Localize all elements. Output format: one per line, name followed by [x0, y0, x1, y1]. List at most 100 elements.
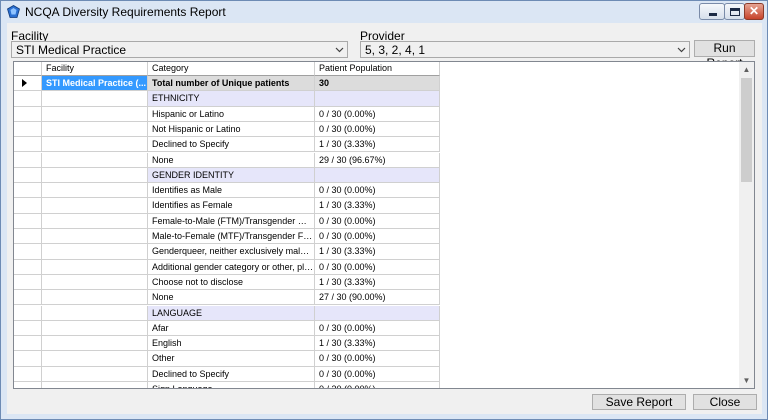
patient-population-cell[interactable]: 0 / 30 (0.00%) — [315, 382, 440, 388]
row-header-cell[interactable] — [14, 152, 42, 168]
table-row[interactable]: Hispanic or Latino 0 / 30 (0.00%) — [14, 106, 738, 122]
row-header-cell[interactable] — [14, 305, 42, 321]
row-header-cell[interactable] — [14, 382, 42, 388]
column-header-category[interactable]: Category — [148, 62, 315, 76]
vertical-scrollbar[interactable]: ▲ ▼ — [739, 62, 754, 388]
table-row[interactable]: Sign Language0 / 30 (0.00%) — [14, 382, 738, 388]
facility-cell[interactable] — [42, 198, 148, 214]
row-header-cell[interactable] — [14, 229, 42, 245]
patient-population-cell[interactable]: 0 / 30 (0.00%) — [315, 121, 440, 138]
column-header-patient-population[interactable]: Patient Population — [315, 62, 440, 76]
section-row[interactable]: LANGUAGE — [14, 305, 738, 321]
row-header-cell[interactable] — [14, 259, 42, 275]
facility-cell[interactable] — [42, 137, 148, 153]
maximize-button[interactable] — [724, 3, 745, 20]
table-row[interactable]: English 1 / 30 (3.33%) — [14, 336, 738, 352]
category-cell[interactable]: Female-to-Male (FTM)/Transgender Male/Tr… — [148, 213, 315, 229]
row-header-cell[interactable] — [14, 91, 42, 107]
row-header-cell[interactable] — [14, 320, 42, 337]
category-cell[interactable]: None — [148, 290, 315, 306]
patient-population-cell[interactable]: 0 / 30 (0.00%) — [315, 351, 440, 367]
total-row[interactable]: STI Medical Practice (... Total number of… — [14, 76, 738, 92]
row-header-cell[interactable] — [14, 351, 42, 367]
row-header-cell[interactable] — [14, 76, 42, 92]
provider-dropdown[interactable]: 5, 3, 2, 4, 1 — [360, 41, 690, 58]
table-row[interactable]: Genderqueer, neither exclusively male no… — [14, 244, 738, 260]
row-header-cell[interactable] — [14, 290, 42, 306]
facility-cell[interactable] — [42, 290, 148, 306]
row-header-cell[interactable] — [14, 121, 42, 138]
category-cell[interactable]: ETHNICITY — [148, 91, 315, 107]
table-row[interactable]: Female-to-Male (FTM)/Transgender Male/Tr… — [14, 213, 738, 229]
facility-cell[interactable]: STI Medical Practice (... — [42, 76, 148, 92]
patient-population-cell[interactable]: 0 / 30 (0.00%) — [315, 259, 440, 275]
facility-cell[interactable] — [42, 320, 148, 337]
close-window-button[interactable]: ✕ — [744, 3, 764, 20]
facility-cell[interactable] — [42, 336, 148, 352]
scroll-down-button[interactable]: ▼ — [739, 373, 754, 388]
category-cell[interactable]: Genderqueer, neither exclusively male no… — [148, 244, 315, 260]
scrollbar-thumb[interactable] — [741, 78, 752, 182]
table-row[interactable]: Identifies as Female 1 / 30 (3.33%) — [14, 198, 738, 214]
row-header-cell[interactable] — [14, 106, 42, 122]
table-row[interactable]: Male-to-Female (MTF)/Transgender Female/… — [14, 229, 738, 245]
category-cell[interactable]: Declined to Specify — [148, 366, 315, 382]
facility-cell[interactable] — [42, 229, 148, 245]
category-cell[interactable]: Afar — [148, 320, 315, 337]
category-cell[interactable]: LANGUAGE — [148, 305, 315, 321]
scroll-up-button[interactable]: ▲ — [739, 62, 754, 77]
row-header-cell[interactable] — [14, 137, 42, 153]
row-header-cell[interactable] — [14, 167, 42, 184]
patient-population-cell[interactable]: 1 / 30 (3.33%) — [315, 336, 440, 352]
table-row[interactable]: Identifies as Male 0 / 30 (0.00%) — [14, 183, 738, 199]
category-cell[interactable]: Choose not to disclose — [148, 274, 315, 291]
patient-population-cell[interactable]: 27 / 30 (90.00%) — [315, 290, 440, 306]
facility-dropdown[interactable]: STI Medical Practice — [11, 41, 348, 58]
patient-population-cell[interactable]: 0 / 30 (0.00%) — [315, 366, 440, 382]
patient-population-cell[interactable]: 1 / 30 (3.33%) — [315, 244, 440, 260]
patient-population-cell[interactable]: 29 / 30 (96.67%) — [315, 152, 440, 168]
category-cell[interactable]: Male-to-Female (MTF)/Transgender Female/… — [148, 229, 315, 245]
category-cell[interactable]: English — [148, 336, 315, 352]
patient-population-cell[interactable]: 1 / 30 (3.33%) — [315, 274, 440, 291]
table-row[interactable]: Not Hispanic or Latino 0 / 30 (0.00%) — [14, 121, 738, 138]
title-bar[interactable]: NCQA Diversity Requirements Report ✕ — [1, 1, 767, 23]
patient-population-cell[interactable]: 1 / 30 (3.33%) — [315, 137, 440, 153]
table-row[interactable]: Declined to Specify 1 / 30 (3.33%) — [14, 137, 738, 153]
row-header-cell[interactable] — [14, 183, 42, 199]
patient-population-cell[interactable]: 0 / 30 (0.00%) — [315, 320, 440, 337]
table-row[interactable]: Declined to Specify 0 / 30 (0.00%) — [14, 366, 738, 382]
row-header-cell[interactable] — [14, 198, 42, 214]
row-header-cell[interactable] — [14, 336, 42, 352]
patient-population-cell[interactable]: 0 / 30 (0.00%) — [315, 229, 440, 245]
category-cell[interactable]: Other — [148, 351, 315, 367]
facility-cell[interactable] — [42, 91, 148, 107]
facility-cell[interactable] — [42, 121, 148, 138]
column-header-facility[interactable]: Facility — [42, 62, 148, 76]
table-row[interactable]: Afar 0 / 30 (0.00%) — [14, 320, 738, 337]
patient-population-cell[interactable]: 0 / 30 (0.00%) — [315, 213, 440, 229]
facility-cell[interactable] — [42, 305, 148, 321]
category-cell[interactable]: Declined to Specify — [148, 137, 315, 153]
minimize-button[interactable] — [699, 3, 725, 20]
close-button[interactable]: Close — [693, 394, 757, 410]
patient-population-cell[interactable]: 1 / 30 (3.33%) — [315, 198, 440, 214]
patient-population-cell[interactable] — [315, 91, 440, 107]
run-report-button[interactable]: Run Report — [694, 40, 755, 70]
facility-cell[interactable] — [42, 366, 148, 382]
facility-cell[interactable] — [42, 106, 148, 122]
table-row[interactable]: None 29 / 30 (96.67%) — [14, 152, 738, 168]
patient-population-cell[interactable] — [315, 167, 440, 184]
section-row[interactable]: GENDER IDENTITY — [14, 167, 738, 184]
facility-cell[interactable] — [42, 167, 148, 184]
row-header-cell[interactable] — [14, 213, 42, 229]
facility-cell[interactable] — [42, 183, 148, 199]
category-cell[interactable]: Total number of Unique patients — [148, 76, 315, 92]
category-cell[interactable]: Identifies as Male — [148, 183, 315, 199]
facility-cell[interactable] — [42, 259, 148, 275]
table-row[interactable]: Additional gender category or other, ple… — [14, 259, 738, 275]
category-cell[interactable]: GENDER IDENTITY — [148, 167, 315, 184]
row-header-cell[interactable] — [14, 366, 42, 382]
category-cell[interactable]: Hispanic or Latino — [148, 106, 315, 122]
table-row[interactable]: None 27 / 30 (90.00%) — [14, 290, 738, 306]
